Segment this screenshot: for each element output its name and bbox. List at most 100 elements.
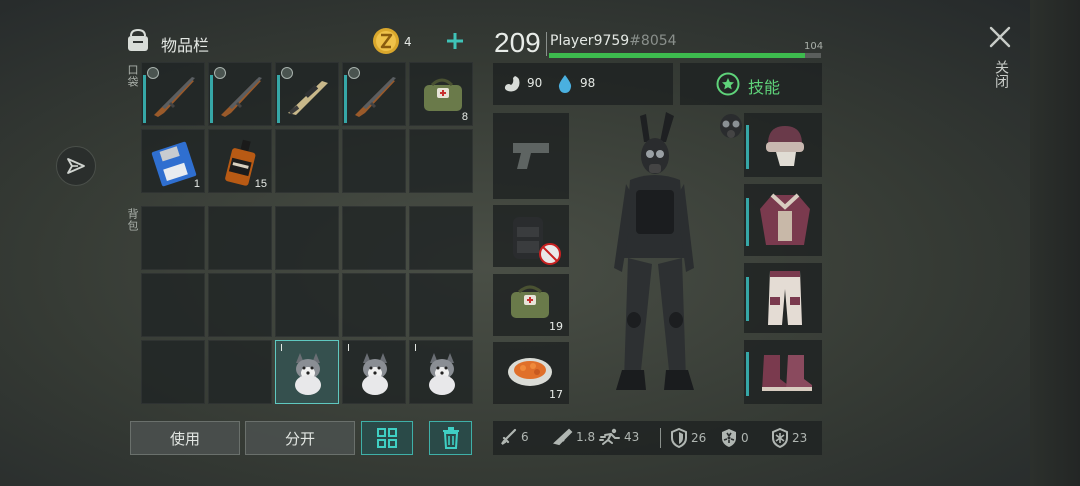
backpack-slot-empty[interactable] xyxy=(275,206,339,270)
close-button[interactable]: 关闭 xyxy=(984,20,1016,102)
character-model xyxy=(600,108,710,398)
pocket-slot-empty[interactable] xyxy=(409,129,473,193)
backpack-slot-husky[interactable]: I xyxy=(342,340,406,404)
radiation-value: 0 xyxy=(741,431,749,445)
backpack-slot-empty[interactable] xyxy=(275,273,339,337)
skills-label: 技能 xyxy=(748,78,781,97)
medkit-bag-icon xyxy=(511,285,549,318)
radiation-stat: 0 xyxy=(720,428,749,448)
xp-bar xyxy=(549,53,821,58)
food-plate-icon xyxy=(508,358,552,386)
pocket-slot-floppy[interactable]: 1 xyxy=(141,129,205,193)
backpack-icon xyxy=(128,28,148,51)
rifle-icon xyxy=(355,77,396,117)
body-gear-slot[interactable] xyxy=(744,184,822,256)
pocket-label: 口袋 xyxy=(126,64,139,88)
vitals-panel: 90 98 xyxy=(493,63,673,105)
water-value: 98 xyxy=(580,76,596,90)
medkit-gear-slot[interactable]: 19 xyxy=(493,274,569,336)
pocket-slot-empty[interactable] xyxy=(275,129,339,193)
coin-count: 4 xyxy=(404,35,412,49)
backpack-label: 背包 xyxy=(126,208,139,232)
backpack-slot-empty[interactable] xyxy=(409,273,473,337)
jacket-icon xyxy=(760,193,810,245)
food-gear-slot[interactable]: 17 xyxy=(493,342,569,404)
ranged-stat: 1.8 xyxy=(553,428,595,446)
gasmask-icon xyxy=(720,114,742,138)
weapon-slot[interactable] xyxy=(493,113,569,199)
radiation-shield-icon xyxy=(722,429,736,447)
grid-sort-icon xyxy=(377,428,397,448)
split-button[interactable]: 分开 xyxy=(245,421,355,455)
pocket-slot-rifle-2[interactable] xyxy=(208,62,272,126)
armor-stat: 26 xyxy=(670,428,706,448)
backpack-slot-empty[interactable] xyxy=(141,340,205,404)
close-icon xyxy=(989,26,1011,48)
item-count: 19 xyxy=(549,320,563,333)
durability-bar xyxy=(143,75,146,123)
durability-bar xyxy=(344,75,347,123)
gun-icon xyxy=(553,428,573,446)
header-divider xyxy=(546,32,547,56)
rifle-icon xyxy=(154,77,195,117)
trash-icon xyxy=(442,427,459,449)
floppy-disk-icon xyxy=(151,141,197,187)
durability-bar xyxy=(210,75,213,123)
durability-bar xyxy=(746,198,749,246)
use-button[interactable]: 使用 xyxy=(130,421,240,455)
backpack-slot-empty[interactable] xyxy=(141,206,205,270)
share-button[interactable] xyxy=(56,146,96,186)
husky-puppy-icon xyxy=(429,353,455,395)
pocket-slot-rifle-3[interactable] xyxy=(342,62,406,126)
food-value: 90 xyxy=(527,76,543,90)
snowflake-shield-icon xyxy=(772,428,788,448)
armor-value: 26 xyxy=(691,431,707,445)
right-edge-panel xyxy=(1030,0,1080,486)
item-count: 8 xyxy=(461,111,468,123)
inventory-title: 物品栏 xyxy=(161,36,210,55)
backpack-slot-empty[interactable] xyxy=(342,273,406,337)
no-pet-icon xyxy=(539,243,561,265)
legs-gear-slot[interactable] xyxy=(744,263,822,333)
delete-button[interactable] xyxy=(429,421,472,455)
star-badge-icon xyxy=(716,72,740,96)
coin-icon xyxy=(373,28,399,54)
pocket-slot-empty[interactable] xyxy=(342,129,406,193)
backpack-slot-empty[interactable] xyxy=(409,206,473,270)
head-gear-slot[interactable] xyxy=(744,113,822,177)
ushanka-hat-icon xyxy=(766,126,804,166)
durability-bar xyxy=(277,75,280,123)
item-count: 17 xyxy=(549,388,563,401)
send-icon xyxy=(67,158,85,174)
pocket-slot-whiskey[interactable]: 15 xyxy=(208,129,272,193)
cold-stat: 23 xyxy=(771,428,807,448)
pocket-slot-sniper[interactable] xyxy=(275,62,339,126)
pocket-slot-rifle-1[interactable] xyxy=(141,62,205,126)
skills-button[interactable]: 技能 xyxy=(680,63,822,105)
shield-icon xyxy=(671,428,687,448)
backpack-slot-empty[interactable] xyxy=(141,273,205,337)
pocket-slot-medkit[interactable]: 8 xyxy=(409,62,473,126)
backpack-slot-husky[interactable]: I xyxy=(409,340,473,404)
cold-value: 23 xyxy=(792,431,808,445)
backpack-slot-empty[interactable] xyxy=(342,206,406,270)
stomach-icon xyxy=(504,76,520,92)
feet-gear-slot[interactable] xyxy=(744,340,822,404)
backpack-slot-empty[interactable] xyxy=(208,340,272,404)
backpack-slot-empty[interactable] xyxy=(208,273,272,337)
husky-puppy-icon xyxy=(362,353,388,395)
sniper-rifle-icon xyxy=(288,81,328,115)
water-drop-icon xyxy=(558,75,572,93)
backpack-slot-empty[interactable] xyxy=(208,206,272,270)
sort-button[interactable] xyxy=(361,421,413,455)
ranged-value: 1.8 xyxy=(576,430,596,444)
backpack-gear-slot[interactable] xyxy=(493,205,569,267)
boots-icon xyxy=(762,355,812,391)
backpack-slot-husky-selected[interactable]: I xyxy=(275,340,339,404)
durability-bar xyxy=(746,125,749,169)
item-count: 1 xyxy=(193,178,200,190)
speed-stat: 43 xyxy=(599,428,639,446)
xp-value: 104 xyxy=(804,41,824,52)
add-coins-button[interactable] xyxy=(444,30,466,52)
pants-icon xyxy=(768,271,802,325)
